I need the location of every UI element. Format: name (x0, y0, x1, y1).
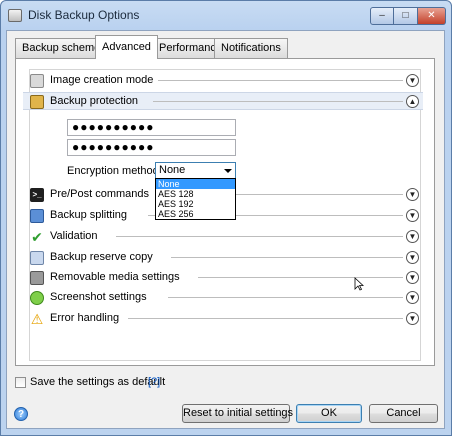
section-label: Screenshot settings (50, 291, 147, 303)
app-icon (8, 9, 22, 22)
confirm-password-field[interactable]: ●●●●●●●●●● (67, 139, 236, 156)
cancel-button[interactable]: Cancel (369, 404, 438, 423)
speech-bubble-icon (30, 291, 44, 305)
save-default-label[interactable]: Save the settings as default (30, 376, 165, 388)
encryption-option[interactable]: AES 128 (156, 189, 235, 199)
chevron-down-icon[interactable]: ▼ (406, 230, 419, 243)
chevron-down-icon[interactable]: ▼ (406, 312, 419, 325)
section-image-creation-mode[interactable]: Image creation mode ▼ (23, 72, 423, 90)
close-button[interactable]: ✕ (418, 7, 446, 25)
command-prompt-icon: >_ (30, 188, 44, 202)
disk-image-icon (30, 74, 44, 88)
section-screenshot-settings[interactable]: Screenshot settings ▼ (23, 289, 423, 307)
section-label: Backup splitting (50, 209, 128, 221)
section-validation[interactable]: ✔ Validation ▼ (23, 228, 423, 246)
section-backup-protection[interactable]: Backup protection ▲ (23, 92, 423, 110)
reserve-copy-icon (30, 251, 44, 265)
tab-backup-scheme[interactable]: Backup scheme (15, 38, 108, 58)
section-label: Error handling (50, 312, 120, 324)
section-label: Backup protection (50, 95, 139, 107)
encryption-option[interactable]: AES 256 (156, 209, 235, 219)
section-label: Removable media settings (50, 271, 180, 283)
chevron-down-icon[interactable]: ▼ (406, 291, 419, 304)
removable-media-icon (30, 271, 44, 285)
maximize-button[interactable]: □ (394, 7, 418, 25)
minimize-button[interactable]: – (370, 7, 394, 25)
divider (128, 318, 403, 319)
chevron-down-icon[interactable]: ▼ (406, 251, 419, 264)
dropdown-arrow-icon[interactable] (224, 169, 232, 173)
title-bar[interactable]: Disk Backup Options – □ ✕ (1, 1, 451, 31)
encryption-dropdown-list: None AES 128 AES 192 AES 256 (155, 178, 236, 220)
section-label: Backup reserve copy (50, 251, 153, 263)
checkmark-icon: ✔ (31, 229, 43, 245)
divider (153, 101, 403, 102)
divider (236, 194, 403, 195)
divider (168, 297, 403, 298)
split-icon (30, 209, 44, 223)
chevron-up-icon[interactable]: ▲ (406, 95, 419, 108)
warning-icon: ⚠ (30, 311, 44, 327)
ok-button[interactable]: OK (296, 404, 362, 423)
chevron-down-icon[interactable]: ▼ (406, 74, 419, 87)
dialog-client: Backup scheme Advanced Performance Notif… (6, 30, 445, 429)
window-title: Disk Backup Options (28, 8, 140, 22)
save-default-checkbox[interactable] (15, 377, 26, 388)
encryption-method-label: Encryption method: (67, 165, 162, 177)
password-field[interactable]: ●●●●●●●●●● (67, 119, 236, 136)
encryption-option[interactable]: AES 192 (156, 199, 235, 209)
lock-icon (30, 95, 44, 109)
encryption-selected-value: None (159, 164, 186, 176)
divider (116, 236, 403, 237)
section-error-handling[interactable]: ⚠ Error handling ▼ (23, 310, 423, 328)
reset-button[interactable]: Reset to initial settings (182, 404, 293, 423)
section-backup-reserve-copy[interactable]: Backup reserve copy ▼ (23, 249, 423, 267)
mouse-cursor-icon (354, 277, 364, 291)
divider (171, 257, 403, 258)
divider (198, 277, 403, 278)
section-label: Pre/Post commands (50, 188, 150, 200)
chevron-down-icon[interactable]: ▼ (406, 271, 419, 284)
tab-advanced[interactable]: Advanced (95, 35, 158, 59)
encryption-method-select[interactable]: None (155, 162, 236, 179)
help-link[interactable]: [?] (148, 376, 160, 388)
tab-notifications[interactable]: Notifications (214, 38, 288, 58)
encryption-option[interactable]: None (156, 179, 235, 189)
divider (158, 80, 403, 81)
section-label: Validation (50, 230, 98, 242)
help-icon[interactable]: ? (14, 407, 28, 421)
chevron-down-icon[interactable]: ▼ (406, 209, 419, 222)
chevron-down-icon[interactable]: ▼ (406, 188, 419, 201)
section-label: Image creation mode (50, 74, 154, 86)
